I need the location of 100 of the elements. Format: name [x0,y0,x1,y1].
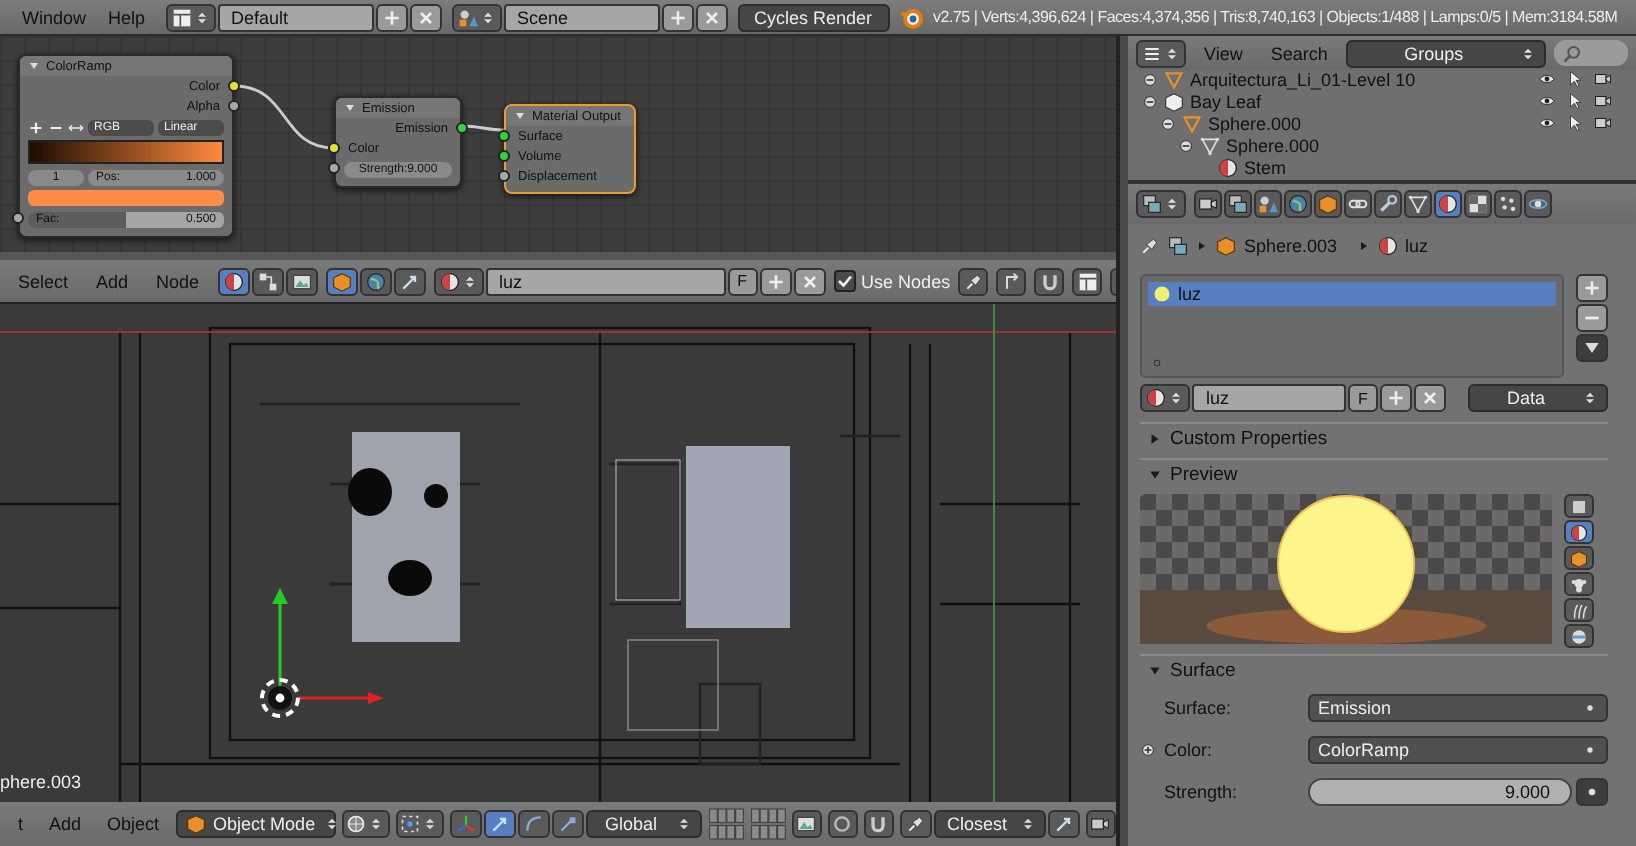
layer-grid-icon[interactable] [707,806,744,842]
node-socket[interactable] [456,122,468,134]
close-button[interactable] [409,3,442,31]
menu-item[interactable]: Select [8,267,79,295]
properties-tab[interactable] [1194,190,1222,218]
socket-dot-button[interactable] [1576,778,1608,806]
plus-icon[interactable] [28,119,44,135]
close-button[interactable] [793,267,826,295]
scene-field[interactable]: Scene [503,3,660,31]
magnet-button[interactable] [863,810,894,838]
panel-header[interactable]: Preview [1140,458,1608,488]
node-socket[interactable] [228,80,240,92]
material-slot[interactable]: luz [1148,282,1556,306]
image-button[interactable] [791,810,822,838]
pin-button[interactable] [958,267,989,295]
node-socket[interactable] [498,170,510,182]
material-name-field[interactable]: luz [1192,384,1346,412]
properties-tab[interactable] [1464,190,1492,218]
orientation-dropdown[interactable]: Global [585,810,702,838]
menu-item[interactable]: t [8,810,34,838]
material-browse-button[interactable] [433,267,484,295]
scale-button[interactable] [551,810,584,838]
flip-arrows-icon[interactable] [68,119,84,135]
collapse-toggle-icon[interactable] [1142,71,1158,87]
down-triangle-button[interactable] [1576,334,1608,362]
use-nodes-checkbox[interactable] [833,270,856,292]
outliner-item[interactable]: Arquitectura_Li_01-Level 10 [1190,70,1532,89]
node-socket[interactable] [12,212,24,224]
properties-tab[interactable] [1284,190,1312,218]
properties-tab[interactable] [1404,190,1432,218]
node-socket[interactable] [328,142,340,154]
collapse-toggle-icon[interactable] [1142,93,1158,109]
render-engine-dropdown[interactable]: Cycles Render [737,3,890,31]
arrow-button[interactable] [483,810,516,838]
layout-button[interactable] [1072,267,1103,295]
arrow-button[interactable] [1047,810,1080,838]
outliner-item[interactable]: Sphere.000 [1226,135,1636,155]
scene-selector-button[interactable] [451,3,502,31]
node-socket[interactable] [498,130,510,142]
pin-button[interactable] [899,810,932,838]
shader-dropdown[interactable]: Emission [1308,694,1608,722]
shading-button[interactable] [341,810,390,838]
eye-icon[interactable] [1538,92,1556,110]
outliner-item[interactable]: Sphere.000 [1208,113,1532,133]
mode-dropdown[interactable]: Object Mode [175,810,336,838]
pivot-button[interactable] [395,810,444,838]
small-circle-icon[interactable] [1150,356,1164,370]
image-button[interactable] [285,267,318,295]
menu-item[interactable]: Add [39,810,92,838]
fake-user-button[interactable]: F [1348,384,1378,412]
close-button[interactable] [1414,384,1446,412]
camera-icon[interactable] [1594,70,1612,88]
collapse-toggle-icon[interactable] [1178,137,1194,153]
panel-header[interactable]: Custom Properties [1140,422,1608,452]
shader-dropdown[interactable]: ColorRamp [1308,736,1608,764]
close-button[interactable] [695,3,728,31]
camera-icon[interactable] [1594,92,1612,110]
cube-button[interactable] [325,267,358,295]
plus-button[interactable] [375,3,408,31]
color-swatch[interactable] [28,190,224,206]
menu-item[interactable]: Window [12,3,97,31]
menu-item[interactable]: Object [97,810,170,838]
preview-shape-button[interactable] [1564,520,1594,544]
properties-tab[interactable] [1254,190,1282,218]
camera-icon[interactable] [1594,114,1612,132]
plus-button[interactable] [1380,384,1412,412]
plus-button[interactable] [1576,274,1608,302]
menu-item[interactable]: Node [146,267,210,295]
snap-target-dropdown[interactable]: Closest [933,810,1046,838]
properties-tab[interactable] [1314,190,1342,218]
material-browse-button[interactable] [1140,384,1190,412]
collapse-toggle-icon[interactable] [1160,115,1176,131]
preview-shape-button[interactable] [1564,494,1594,518]
globe-button[interactable] [359,267,392,295]
properties-tab[interactable] [1344,190,1372,218]
preview-shape-button[interactable] [1564,572,1594,596]
editor-type-button[interactable] [1136,39,1186,67]
layout-field[interactable]: Default [217,3,374,31]
expand-toggle-icon[interactable] [1140,742,1156,758]
number-field[interactable]: 9.000 [1308,778,1572,806]
eye-icon[interactable] [1538,70,1556,88]
search-field[interactable] [1553,40,1628,66]
plus-button[interactable] [661,3,694,31]
properties-tab[interactable] [1494,190,1522,218]
properties-tab[interactable] [1524,190,1552,218]
menu-item[interactable]: Add [86,267,139,295]
arc-button[interactable] [517,810,550,838]
magnet-button[interactable] [1034,267,1065,295]
menu-item[interactable]: Search [1260,39,1338,67]
minus-button[interactable] [1576,304,1608,332]
properties-tab[interactable] [1374,190,1402,218]
material-name-field[interactable]: luz [485,267,726,295]
properties-tab[interactable] [1434,190,1462,218]
node-socket[interactable] [228,100,240,112]
preview-shape-button[interactable] [1564,598,1594,622]
node-socket[interactable] [328,162,340,174]
sphere-button[interactable] [217,267,250,295]
color-gradient-bar[interactable] [28,140,224,164]
menu-item[interactable]: Help [98,3,156,31]
layout-selector-button[interactable] [165,3,216,31]
